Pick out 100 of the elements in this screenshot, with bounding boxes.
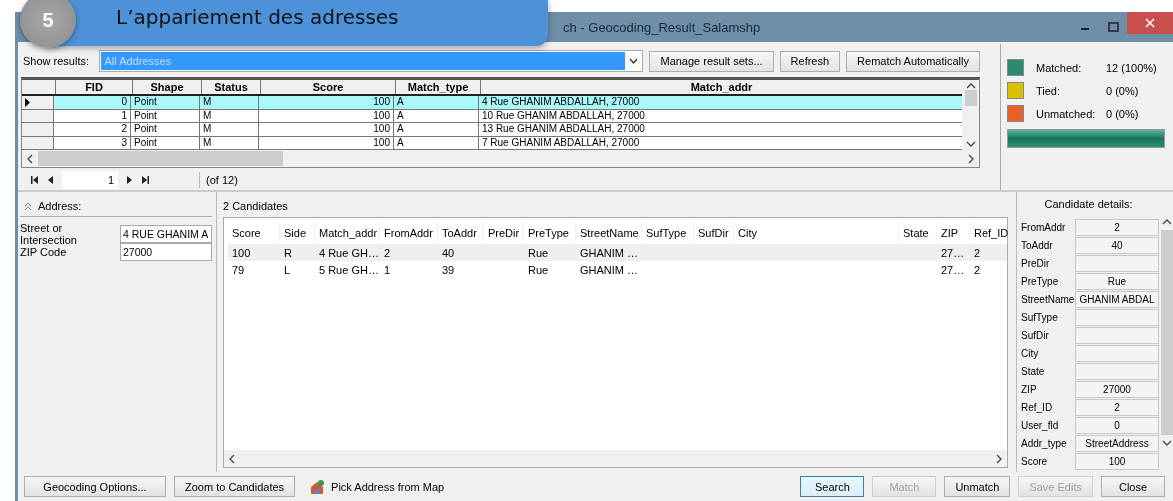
- scroll-up-icon: [965, 82, 976, 90]
- candidate-row[interactable]: 79 L 5 Rue GH… 1 39 Rue GHANIM … 27… 2: [228, 261, 1007, 278]
- scrollbar-thumb[interactable]: [38, 151, 283, 166]
- table-cell: 100: [259, 109, 394, 122]
- table-cell: A: [394, 123, 479, 136]
- table-cell-text: 4 Rue GH…: [318, 246, 380, 259]
- first-record-icon: [31, 175, 39, 185]
- footer-button[interactable]: Close: [1101, 476, 1165, 497]
- scrollbar-thumb[interactable]: [964, 90, 977, 106]
- footer-button[interactable]: Unmatch: [944, 476, 1011, 497]
- column-header[interactable]: Match_type: [396, 80, 481, 94]
- field-label: StreetName: [1021, 293, 1075, 305]
- show-results-label: Show results:: [22, 55, 91, 67]
- last-record-icon: [141, 175, 149, 185]
- field-label: Addr_type: [1021, 437, 1068, 449]
- value-field[interactable]: GHANIM ABDAL: [1075, 290, 1159, 308]
- table-cell: 3: [54, 136, 131, 149]
- field-label: ZIP Code: [20, 246, 68, 258]
- table-cell: Point: [131, 136, 200, 149]
- value-field[interactable]: 40: [1075, 236, 1159, 254]
- table-cell: A: [394, 96, 479, 109]
- value-field[interactable]: 2: [1075, 398, 1159, 416]
- scroll-down-icon: [965, 140, 976, 148]
- field-label: Street or Intersection: [20, 222, 78, 246]
- value-field[interactable]: [1075, 308, 1159, 326]
- table-cell: M: [200, 109, 259, 122]
- candidate-row[interactable]: 100 R 4 Rue GH… 2 40 Rue GHANIM … 27… 2: [228, 244, 1007, 261]
- value-field[interactable]: 2: [1075, 218, 1159, 236]
- table-cell-text: 27…: [940, 246, 966, 259]
- field-label: Score: [1021, 455, 1049, 467]
- scroll-left-icon: [228, 453, 236, 464]
- value-field[interactable]: StreetAddress: [1075, 434, 1159, 452]
- field-label: User_fld: [1021, 419, 1060, 431]
- scroll-right-icon: [995, 453, 1003, 464]
- input-field[interactable]: 4 RUE GHANIM A: [120, 225, 212, 243]
- toolbar-button[interactable]: Rematch Automatically: [846, 50, 980, 72]
- result-row[interactable]: 1 Point M 100 A 10 Rue GHANIM ABDALLAH, 27000: [22, 109, 962, 123]
- status-label: Unmatched:: [1036, 107, 1097, 120]
- value-field[interactable]: 27000: [1075, 380, 1159, 398]
- toolbar-button[interactable]: Refresh: [779, 50, 841, 72]
- table-cell-text: 2: [973, 263, 982, 276]
- table-cell: M: [200, 136, 259, 149]
- table-cell-text: GHANIM …: [579, 263, 640, 276]
- footer-button[interactable]: Zoom to Candidates: [174, 476, 296, 497]
- table-cell-text: 5 Rue GH…: [318, 263, 380, 276]
- field-label: ZIP: [1021, 383, 1038, 395]
- column-header[interactable]: FID: [56, 80, 133, 94]
- table-cell-text: 13 Rue GHANIM ABDALLAH, 27000: [481, 123, 646, 136]
- next-record-icon: [126, 175, 133, 185]
- footer-button[interactable]: Search: [800, 476, 865, 497]
- status-label: Tied:: [1036, 84, 1062, 97]
- status-label: Matched:: [1036, 61, 1083, 74]
- status-value: 0 (0%): [1106, 84, 1139, 97]
- chevron-down-icon: [628, 57, 638, 65]
- table-cell-text: 39: [441, 263, 456, 276]
- result-row[interactable]: 2 Point M 100 A 13 Rue GHANIM ABDALLAH, 27000: [22, 123, 962, 137]
- value-field[interactable]: [1075, 326, 1159, 344]
- value-field[interactable]: Rue: [1075, 272, 1159, 290]
- scrollbar-thumb[interactable]: [1160, 230, 1173, 435]
- field-label: ToAddr: [1021, 239, 1054, 251]
- table-cell-text: 27…: [940, 263, 966, 276]
- previous-record-icon: [47, 175, 54, 185]
- house-pin-icon: [309, 478, 326, 495]
- address-heading: Address:: [38, 200, 82, 212]
- maximize-icon: [1107, 22, 1119, 32]
- column-header[interactable]: Score: [261, 80, 396, 94]
- table-cell-text: R: [283, 246, 293, 259]
- table-cell: 1: [54, 109, 131, 122]
- table-cell-text: 40: [441, 246, 456, 259]
- value-field[interactable]: [1075, 254, 1159, 272]
- details-heading: Candidate details:: [1043, 198, 1134, 212]
- table-cell-text: 1: [383, 263, 392, 276]
- close-icon: [1145, 18, 1155, 28]
- table-cell-text: 79: [231, 263, 246, 276]
- table-cell-text: 2: [383, 246, 392, 259]
- field-label: PreType: [1021, 275, 1060, 287]
- value-field[interactable]: 0: [1075, 416, 1159, 434]
- row-pointer-icon: [24, 97, 31, 107]
- field-label: City: [1021, 347, 1040, 359]
- value-field[interactable]: [1075, 344, 1159, 362]
- value-field[interactable]: 100: [1075, 452, 1159, 470]
- record-number-field[interactable]: 1: [62, 171, 118, 189]
- close-window-button[interactable]: [1127, 12, 1173, 34]
- column-header[interactable]: Match_addr: [481, 80, 962, 94]
- table-cell: 100: [259, 123, 394, 136]
- column-header[interactable]: Shape: [133, 80, 202, 94]
- input-field[interactable]: 27000: [120, 243, 212, 261]
- field-label: State: [1021, 365, 1046, 377]
- field-label: PreDir: [1021, 257, 1051, 269]
- toolbar-button[interactable]: Manage result sets...: [649, 50, 774, 72]
- result-row[interactable]: 0 Point M 100 A 4 Rue GHANIM ABDALLAH, 27000: [22, 96, 962, 110]
- table-cell: M: [200, 96, 259, 109]
- scroll-up-icon: [1161, 218, 1172, 226]
- table-cell-text: 100: [231, 246, 252, 259]
- column-header[interactable]: Status: [202, 80, 261, 94]
- table-cell: Point: [131, 109, 200, 122]
- value-field[interactable]: [1075, 362, 1159, 380]
- footer-button[interactable]: Geocoding Options...: [24, 476, 166, 497]
- window-title: ch - Geocoding_Result_Salamshp: [563, 19, 762, 35]
- table-cell: Point: [131, 96, 200, 109]
